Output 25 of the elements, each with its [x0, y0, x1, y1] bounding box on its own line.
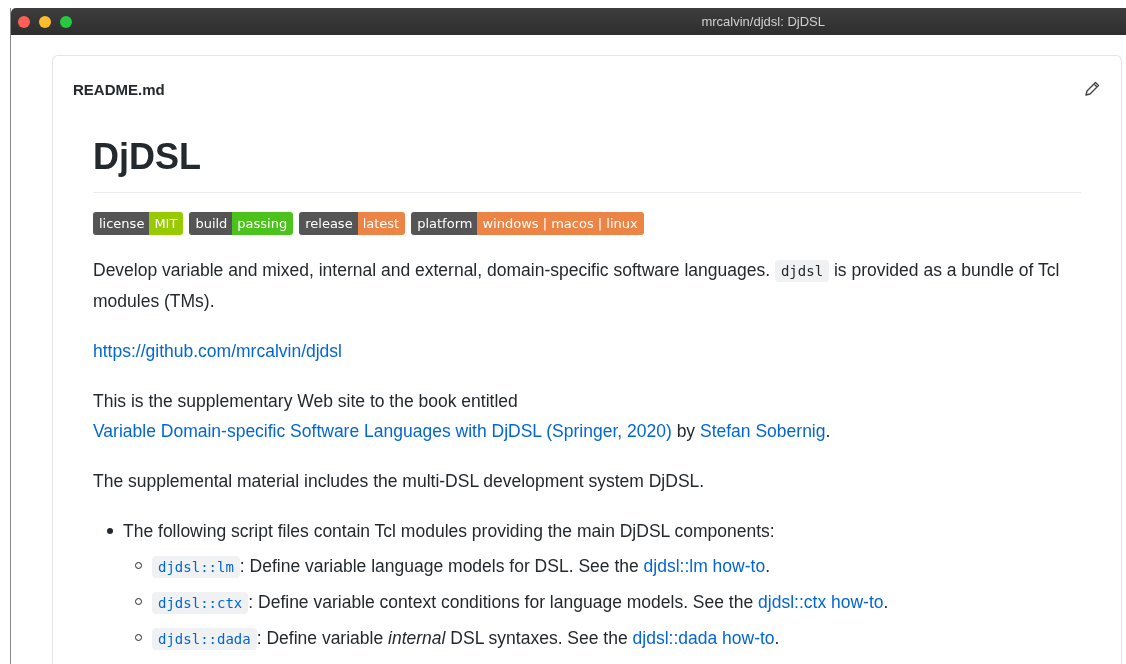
window-title: mrcalvin/djdsl: DjDSL: [701, 14, 825, 29]
paragraph: Develop variable and mixed, internal and external, domain-specific software languages. djdsl is provided as a bundle of Tcl modules (TMs).: [93, 259, 1061, 313]
link[interactable]: https://github.com/mrcalvin/djdsl: [93, 341, 342, 361]
code-link[interactable]: djdsl::lm: [152, 556, 240, 576]
list-item-text: djdsl::ctx : Define variable context conditions for language models. See the djdsl::ctx how-to.: [152, 587, 889, 618]
readme-title: DjDSL: [93, 136, 1081, 193]
link[interactable]: djdsl::dada how-to: [632, 628, 775, 648]
paragraph: This is the supplementary Web site to the book entitled Variable Domain-specific Software Languages with DjDSL (Springer, 2020) by Stefan Sobernig.: [93, 390, 832, 443]
link[interactable]: djdsl::ctx how-to: [758, 592, 884, 612]
code-link[interactable]: djdsl::dada: [152, 628, 257, 648]
bullet-icon: [107, 528, 113, 534]
link[interactable]: Stefan Sobernig: [700, 421, 826, 441]
minimize-button[interactable]: [39, 15, 51, 28]
readme-card: README.md DjDSL license MIT build passing release latest platform windows | macos | linux Develop variable and mixed, internal and external, domain-specific software languages. djdsl is provided as a bundle of Tcl modules (TMs). https://github.com/mrcalvin/djdsl This is the supplementary Web site to the book entitled Variable Domain-specific Software Languages with DjDSL (Springer, 2020) by Stefan Sobernig. The supplemental material includes the multi-DSL development system DjDSL. The following script files contain Tcl modules providing the main DjDSL components: djdsl::lm : Define variable language models for DSL. See the djdsl::lm how-to. djdsl::ctx : Define variable context conditions for language models. See the djdsl::ctx how-to. djdsl::dada : Define variable internal DSL syntaxes. See the djdsl::dada how-to.: [52, 55, 1122, 664]
code-link[interactable]: djdsl::ctx: [152, 592, 249, 612]
list-item-text: djdsl::lm : Define variable language models for DSL. See the djdsl::lm how-to.: [152, 551, 771, 582]
maximize-button[interactable]: [60, 15, 72, 28]
file-name: README.md: [73, 80, 165, 98]
inline-code: djdsl: [774, 260, 830, 282]
list-item-text: djdsl::dada : Define variable internal DSL syntaxes. See the djdsl::dada how-to.: [152, 623, 780, 654]
list-item-text: The following script files contain Tcl modules providing the main DjDSL components:: [123, 520, 775, 543]
close-button[interactable]: [18, 15, 30, 28]
link[interactable]: Variable Domain-specific Software Languages with DjDSL (Springer, 2020): [93, 421, 672, 441]
link[interactable]: djdsl::lm how-to: [643, 556, 766, 576]
pencil-icon[interactable]: [1083, 80, 1101, 98]
